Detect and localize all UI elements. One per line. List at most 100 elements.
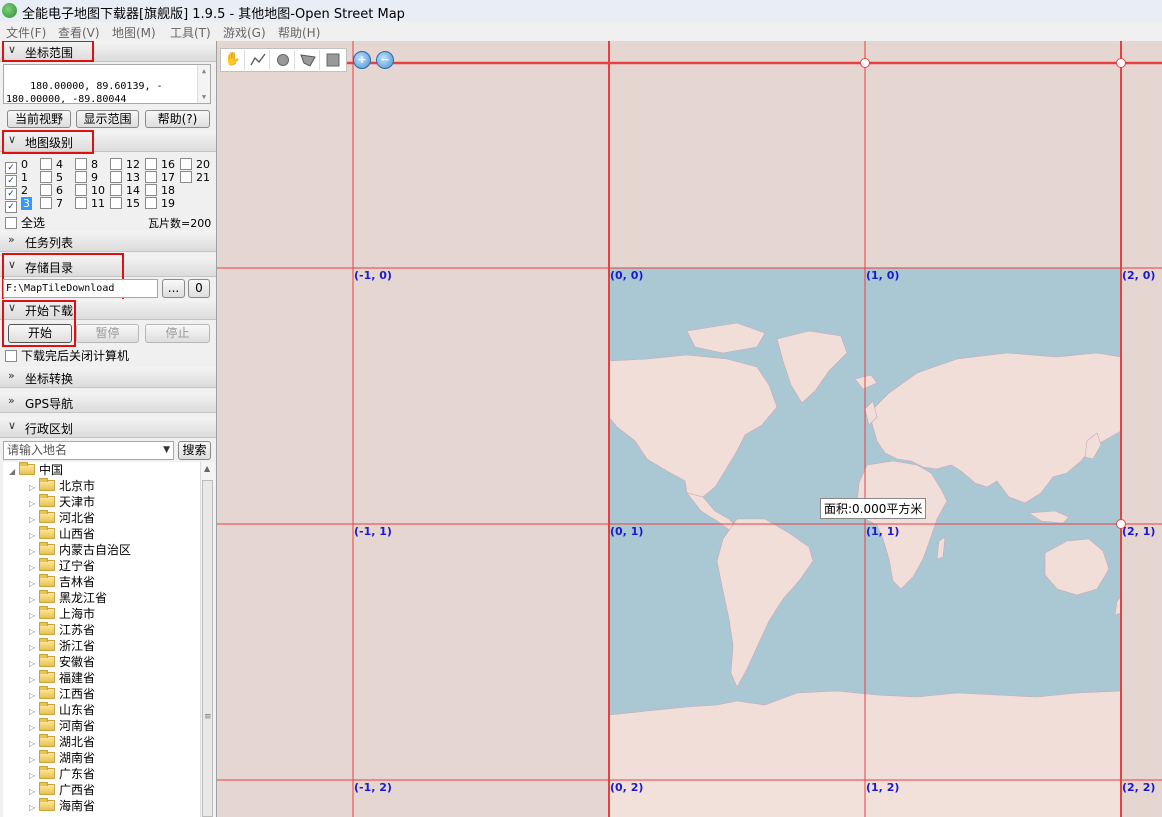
menu-file[interactable]: 文件(F) bbox=[6, 24, 46, 41]
menu-map[interactable]: 地图(M) bbox=[112, 24, 156, 41]
coord-range-textbox[interactable]: 180.00000, 89.60139, - 180.00000, -89.80… bbox=[3, 64, 211, 104]
highlight-box bbox=[2, 130, 94, 154]
dropdown-arrow-icon[interactable]: ▼ bbox=[163, 442, 170, 459]
section-task-list[interactable]: » 任务列表 bbox=[0, 231, 216, 252]
level-checkbox-8[interactable]: 8 bbox=[75, 158, 98, 171]
level-checkbox-19[interactable]: 19 bbox=[145, 197, 175, 210]
pan-hand-icon[interactable]: ✋ bbox=[222, 50, 245, 70]
tree-node-province[interactable]: ▷ 海南省 bbox=[29, 798, 95, 814]
tree-node-province[interactable]: ▷ 北京市 bbox=[29, 478, 95, 494]
rectangle-icon[interactable] bbox=[322, 50, 344, 70]
show-range-button[interactable]: 显示范围 bbox=[76, 110, 139, 128]
tree-node-province[interactable]: ▷ 福建省 bbox=[29, 670, 95, 686]
tree-node-province[interactable]: ▷ 广东省 bbox=[29, 766, 95, 782]
menu-help[interactable]: 帮助(H) bbox=[278, 24, 320, 41]
section-admin-region[interactable]: ∨ 行政区划 bbox=[0, 417, 216, 438]
stop-button[interactable]: 停止 bbox=[145, 324, 210, 343]
level-checkbox-11[interactable]: 11 bbox=[75, 197, 105, 210]
level-checkbox-3[interactable]: ✓ 3 bbox=[5, 197, 32, 213]
select-all-checkbox[interactable]: 全选 bbox=[5, 217, 45, 230]
level-label: 13 bbox=[126, 171, 140, 184]
menu-games[interactable]: 游戏(G) bbox=[223, 24, 266, 41]
tree-node-label: 湖北省 bbox=[59, 735, 96, 749]
level-checkbox-1[interactable]: ✓ 1 bbox=[5, 171, 28, 187]
level-checkbox-13[interactable]: 13 bbox=[110, 171, 140, 184]
scroll-thumb[interactable] bbox=[202, 480, 213, 817]
level-checkbox-14[interactable]: 14 bbox=[110, 184, 140, 197]
tree-node-label: 浙江省 bbox=[59, 639, 96, 653]
browse-button[interactable]: ... bbox=[162, 279, 185, 298]
place-search-placeholder: 请输入地名 bbox=[7, 443, 68, 457]
tree-root[interactable]: ◢ 中国 bbox=[9, 462, 63, 478]
tree-node-province[interactable]: ▷ 江西省 bbox=[29, 686, 95, 702]
tree-expanded-icon[interactable]: ◢ bbox=[9, 464, 19, 480]
level-checkbox-18[interactable]: 18 bbox=[145, 184, 175, 197]
selection-handle[interactable] bbox=[1116, 58, 1126, 68]
level-checkbox-21[interactable]: 21 bbox=[180, 171, 210, 184]
start-button[interactable]: 开始 bbox=[8, 324, 72, 343]
textbox-scrollbar[interactable]: ▲ ▼ bbox=[197, 65, 210, 103]
level-checkbox-4[interactable]: 4 bbox=[40, 158, 63, 171]
level-label: 0 bbox=[21, 158, 28, 171]
level-checkbox-17[interactable]: 17 bbox=[145, 171, 175, 184]
tree-node-province[interactable]: ▷ 山西省 bbox=[29, 526, 95, 542]
level-checkbox-7[interactable]: 7 bbox=[40, 197, 63, 210]
folder-icon bbox=[39, 622, 55, 635]
polyline-icon[interactable] bbox=[247, 50, 270, 70]
pause-button[interactable]: 暂停 bbox=[76, 324, 139, 343]
zoom-in-icon[interactable]: + bbox=[353, 51, 371, 69]
tree-node-province[interactable]: ▷ 黑龙江省 bbox=[29, 590, 107, 606]
tree-collapsed-icon[interactable]: ▷ bbox=[29, 800, 39, 816]
tree-node-province[interactable]: ▷ 广西省 bbox=[29, 782, 95, 798]
level-checkbox-15[interactable]: 15 bbox=[110, 197, 140, 210]
section-label: 任务列表 bbox=[25, 236, 74, 250]
scroll-up-icon[interactable]: ▲ bbox=[204, 464, 210, 473]
map-canvas[interactable]: (-1, 0) (0, 0) (1, 0) (2, 0) (-1, 1) (0,… bbox=[217, 41, 1162, 817]
storage-path-input[interactable]: F:\MapTileDownload bbox=[3, 279, 158, 298]
current-view-button[interactable]: 当前视野 bbox=[7, 110, 71, 128]
app-globe-icon bbox=[2, 3, 17, 18]
section-gps[interactable]: » GPS导航 bbox=[0, 392, 216, 413]
level-checkbox-5[interactable]: 5 bbox=[40, 171, 63, 184]
tile-label: (-1, 2) bbox=[354, 781, 392, 794]
folder-icon bbox=[39, 718, 55, 731]
selection-handle[interactable] bbox=[860, 58, 870, 68]
level-checkbox-9[interactable]: 9 bbox=[75, 171, 98, 184]
level-checkbox-2[interactable]: ✓ 2 bbox=[5, 184, 28, 200]
shutdown-checkbox[interactable]: 下载完后关闭计算机 bbox=[5, 350, 129, 363]
circle-icon[interactable] bbox=[272, 50, 295, 70]
tree-node-province[interactable]: ▷ 上海市 bbox=[29, 606, 95, 622]
search-button[interactable]: 搜索 bbox=[178, 441, 211, 460]
section-coord-convert[interactable]: » 坐标转换 bbox=[0, 367, 216, 388]
level-checkbox-6[interactable]: 6 bbox=[40, 184, 63, 197]
polygon-icon[interactable] bbox=[297, 50, 320, 70]
tree-node-province[interactable]: ▷ 河南省 bbox=[29, 718, 95, 734]
tile-label: (-1, 0) bbox=[354, 269, 392, 282]
level-checkbox-0[interactable]: ✓ 0 bbox=[5, 158, 28, 174]
tree-node-province[interactable]: ▷ 山东省 bbox=[29, 702, 95, 718]
level-checkbox-10[interactable]: 10 bbox=[75, 184, 105, 197]
tree-node-province[interactable]: ▷ 吉林省 bbox=[29, 574, 95, 590]
tree-node-province[interactable]: ▷ 安徽省 bbox=[29, 654, 95, 670]
tree-node-province[interactable]: ▷ 江苏省 bbox=[29, 622, 95, 638]
level-checkbox-20[interactable]: 20 bbox=[180, 158, 210, 171]
place-search-combobox[interactable]: 请输入地名 ▼ bbox=[3, 441, 174, 460]
tree-node-province[interactable]: ▷ 辽宁省 bbox=[29, 558, 95, 574]
tree-node-label: 上海市 bbox=[59, 607, 96, 621]
tree-node-province[interactable]: ▷ 内蒙古自治区 bbox=[29, 542, 131, 558]
open-dir-button[interactable]: 0 bbox=[188, 279, 210, 298]
tree-node-province[interactable]: ▷ 浙江省 bbox=[29, 638, 95, 654]
checkbox-box bbox=[110, 158, 122, 170]
tree-scrollbar[interactable]: ▲ ≡ bbox=[200, 462, 215, 817]
help-button[interactable]: 帮助(?) bbox=[145, 110, 210, 128]
level-checkbox-16[interactable]: 16 bbox=[145, 158, 175, 171]
menu-view[interactable]: 查看(V) bbox=[58, 24, 100, 41]
tree-node-province[interactable]: ▷ 湖南省 bbox=[29, 750, 95, 766]
tree-node-label: 吉林省 bbox=[59, 575, 96, 589]
tree-node-province[interactable]: ▷ 天津市 bbox=[29, 494, 95, 510]
level-checkbox-12[interactable]: 12 bbox=[110, 158, 140, 171]
tree-node-province[interactable]: ▷ 湖北省 bbox=[29, 734, 95, 750]
menu-tools[interactable]: 工具(T) bbox=[170, 24, 211, 41]
tree-node-province[interactable]: ▷ 河北省 bbox=[29, 510, 95, 526]
zoom-out-icon[interactable]: − bbox=[376, 51, 394, 69]
